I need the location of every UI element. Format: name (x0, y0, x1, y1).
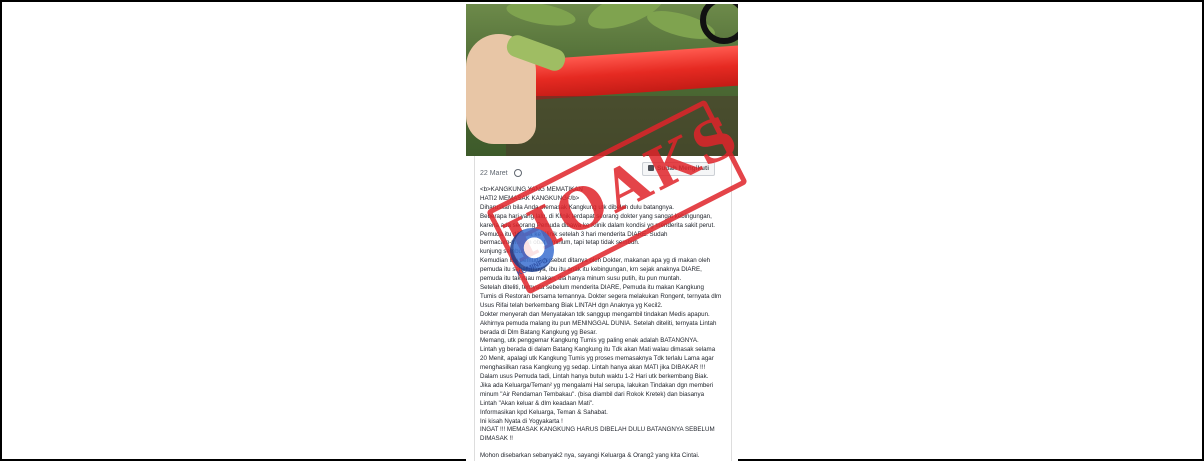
post-line: Jika ada Keluarga/Teman² yg mengalami Ha… (480, 381, 714, 389)
post-line: minum "Air Rendaman Tembakau". (bisa dia… (480, 390, 705, 398)
post-date-text[interactable]: 22 Maret (480, 170, 508, 177)
globe-icon (513, 169, 522, 177)
post-line: Memang, utk penggemar Kangkung Tumis yg … (480, 337, 699, 345)
post-line: Setelah diteliti, ternyata sebelum mende… (480, 283, 704, 291)
post-line: INGAT !!! MEMASAK KANGKUNG HARUS DIBELAH… (480, 426, 715, 434)
post-line: menghasilkan rasa Kangkung yg sedap. Lin… (480, 364, 706, 372)
post-line: DIMASAK !! (480, 435, 514, 443)
post-line: Dalam usus Pemuda tadi, Lintah hanya but… (480, 373, 709, 381)
post-footer: Mohon disebarkan sebanyak2 nya, sayangi … (480, 446, 728, 461)
post-line: Tumis di Restoran bersama temannya. Dokt… (480, 292, 722, 300)
post-line: berada di Dlm Batang Kangkung yg Besar. (480, 328, 597, 336)
post-line: Lintah yg berada di dalam Batang Kangkun… (480, 346, 716, 354)
post-line: Mohon disebarkan sebanyak2 nya, sayangi … (480, 452, 700, 460)
post-line: Usus Rifai telah berkembang Biak LINTAH … (480, 301, 663, 309)
post-line: Ini kisah Nyata di Yogyakarta ! (480, 417, 563, 425)
post-line: 20 Menit, apalagi utk Kangkung Tumis yg … (480, 355, 714, 363)
post-date[interactable]: 22 Maret (480, 169, 522, 177)
post-line: Dokter menyerah dan Menyatakan tdk sangg… (480, 310, 710, 318)
image-frame: 22 Maret Sudah Mengikuti <b>KANGKUNG YAN… (0, 0, 1204, 461)
post-line: Akhirnya pemuda malang itu pun MENINGGAL… (480, 319, 717, 327)
post-line: Lintah "Akan keluar & dlm keadaan Mati". (480, 399, 594, 407)
post-line: pemuda itu tak mau makan, dia hanya minu… (480, 275, 682, 283)
post-line: Informasikan kpd Keluarga, Teman & Sahab… (480, 408, 608, 416)
